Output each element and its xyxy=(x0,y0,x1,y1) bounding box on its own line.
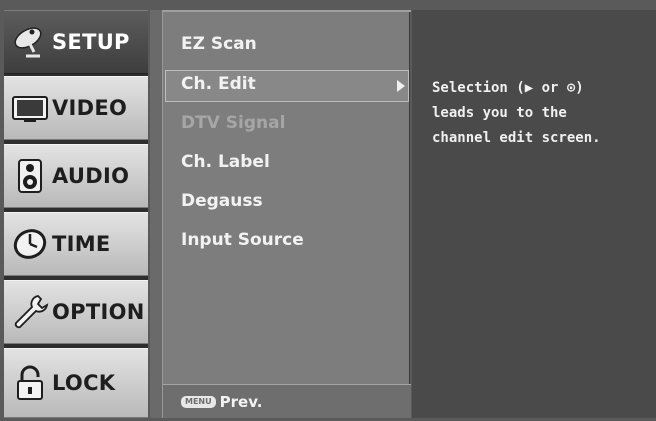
menu-item-input-source[interactable]: Input Source xyxy=(181,230,304,250)
padlock-icon xyxy=(8,361,52,405)
tv-osd-screen: SETUP VIDEO AUDIO TIME OPTION LOCK EZ Sc… xyxy=(0,0,656,421)
menu-item-ch-label[interactable]: Ch. Label xyxy=(181,152,270,172)
setup-menu-panel: EZ Scan Ch. Edit DTV Signal Ch. Label De… xyxy=(162,10,411,418)
category-audio[interactable]: AUDIO xyxy=(4,144,148,208)
help-panel: Selection (▶ or ⊙) leads you to the chan… xyxy=(412,10,656,418)
category-time[interactable]: TIME xyxy=(4,212,148,276)
category-column: SETUP VIDEO AUDIO TIME OPTION LOCK xyxy=(4,10,148,418)
category-video[interactable]: VIDEO xyxy=(4,76,148,140)
category-label: VIDEO xyxy=(52,96,128,120)
wrench-icon xyxy=(8,290,52,334)
menu-item-degauss[interactable]: Degauss xyxy=(181,191,263,211)
category-label: LOCK xyxy=(52,371,116,395)
submenu-arrow-icon xyxy=(397,80,405,92)
category-label: TIME xyxy=(52,232,111,256)
category-option[interactable]: OPTION xyxy=(4,280,148,344)
menu-top-edge xyxy=(163,10,411,12)
panel-divider xyxy=(150,10,162,418)
speaker-icon xyxy=(8,154,52,198)
menu-footer: MENU Prev. xyxy=(163,384,411,418)
category-label: OPTION xyxy=(52,300,145,324)
category-lock[interactable]: LOCK xyxy=(4,348,148,418)
prev-hint[interactable]: Prev. xyxy=(220,393,263,411)
menu-key-icon: MENU xyxy=(181,395,216,408)
satellite-dish-icon xyxy=(8,20,52,64)
menu-item-dtv-signal: DTV Signal xyxy=(181,113,286,133)
help-description: Selection (▶ or ⊙) leads you to the chan… xyxy=(432,80,601,146)
category-label: AUDIO xyxy=(52,164,130,188)
menu-item-ch-edit[interactable]: Ch. Edit xyxy=(181,74,256,94)
monitor-icon xyxy=(8,86,52,130)
category-label: SETUP xyxy=(52,30,130,54)
category-setup[interactable]: SETUP xyxy=(4,10,148,74)
menu-item-ez-scan[interactable]: EZ Scan xyxy=(181,34,257,54)
clock-icon xyxy=(8,222,52,266)
